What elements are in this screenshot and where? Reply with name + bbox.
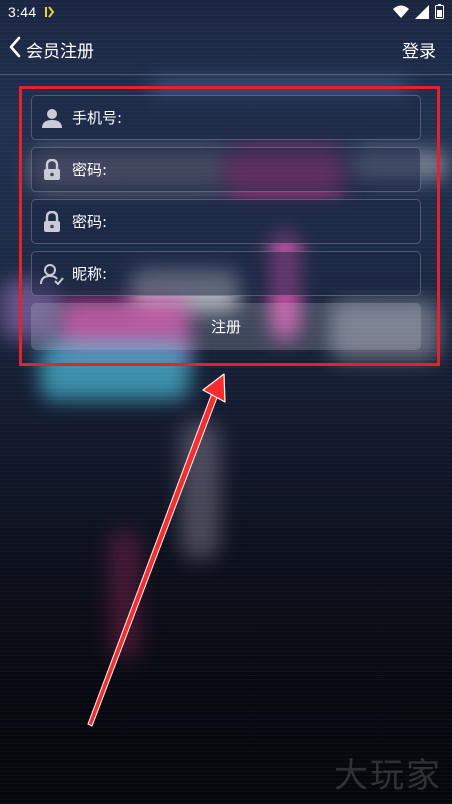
password-field[interactable]: 密码: bbox=[31, 147, 421, 192]
register-form: 手机号: 密码: 密码: 昵称: 注册 bbox=[31, 95, 421, 350]
person-outline-icon bbox=[40, 262, 64, 286]
notification-app-icon bbox=[44, 6, 56, 18]
arrow-head bbox=[202, 373, 226, 403]
phone-field[interactable]: 手机号: bbox=[31, 95, 421, 140]
status-indicators bbox=[393, 4, 444, 23]
status-bar: 3:44 bbox=[0, 0, 452, 24]
phone-input[interactable] bbox=[122, 95, 420, 140]
battery-icon bbox=[435, 4, 444, 23]
nickname-field[interactable]: 昵称: bbox=[31, 251, 421, 296]
password-label: 密码: bbox=[72, 161, 108, 179]
signal-icon bbox=[415, 4, 429, 23]
confirm-password-input[interactable] bbox=[107, 199, 420, 244]
password-input[interactable] bbox=[107, 147, 420, 192]
lock-icon bbox=[40, 210, 64, 234]
login-button[interactable]: 登录 bbox=[402, 37, 436, 62]
confirm-password-label: 密码: bbox=[72, 213, 108, 231]
back-button[interactable]: 会员注册 bbox=[8, 36, 94, 62]
page-title: 会员注册 bbox=[26, 41, 94, 62]
register-button[interactable]: 注册 bbox=[31, 303, 421, 350]
person-icon bbox=[40, 106, 64, 130]
status-time: 3:44 bbox=[8, 4, 37, 20]
watermark: 大玩家 bbox=[334, 756, 442, 796]
phone-label: 手机号: bbox=[72, 109, 123, 127]
nickname-label: 昵称: bbox=[72, 265, 108, 283]
confirm-password-field[interactable]: 密码: bbox=[31, 199, 421, 244]
title-bar: 会员注册 登录 bbox=[0, 24, 452, 75]
chevron-left-icon bbox=[8, 36, 22, 62]
register-screen: 3:44 会员注册 登录 手机号: 密码: 密码: 昵称: 注册 大玩家 bbox=[0, 0, 452, 804]
wifi-icon bbox=[393, 5, 409, 23]
nickname-input[interactable] bbox=[107, 251, 420, 296]
lock-icon bbox=[40, 158, 64, 182]
